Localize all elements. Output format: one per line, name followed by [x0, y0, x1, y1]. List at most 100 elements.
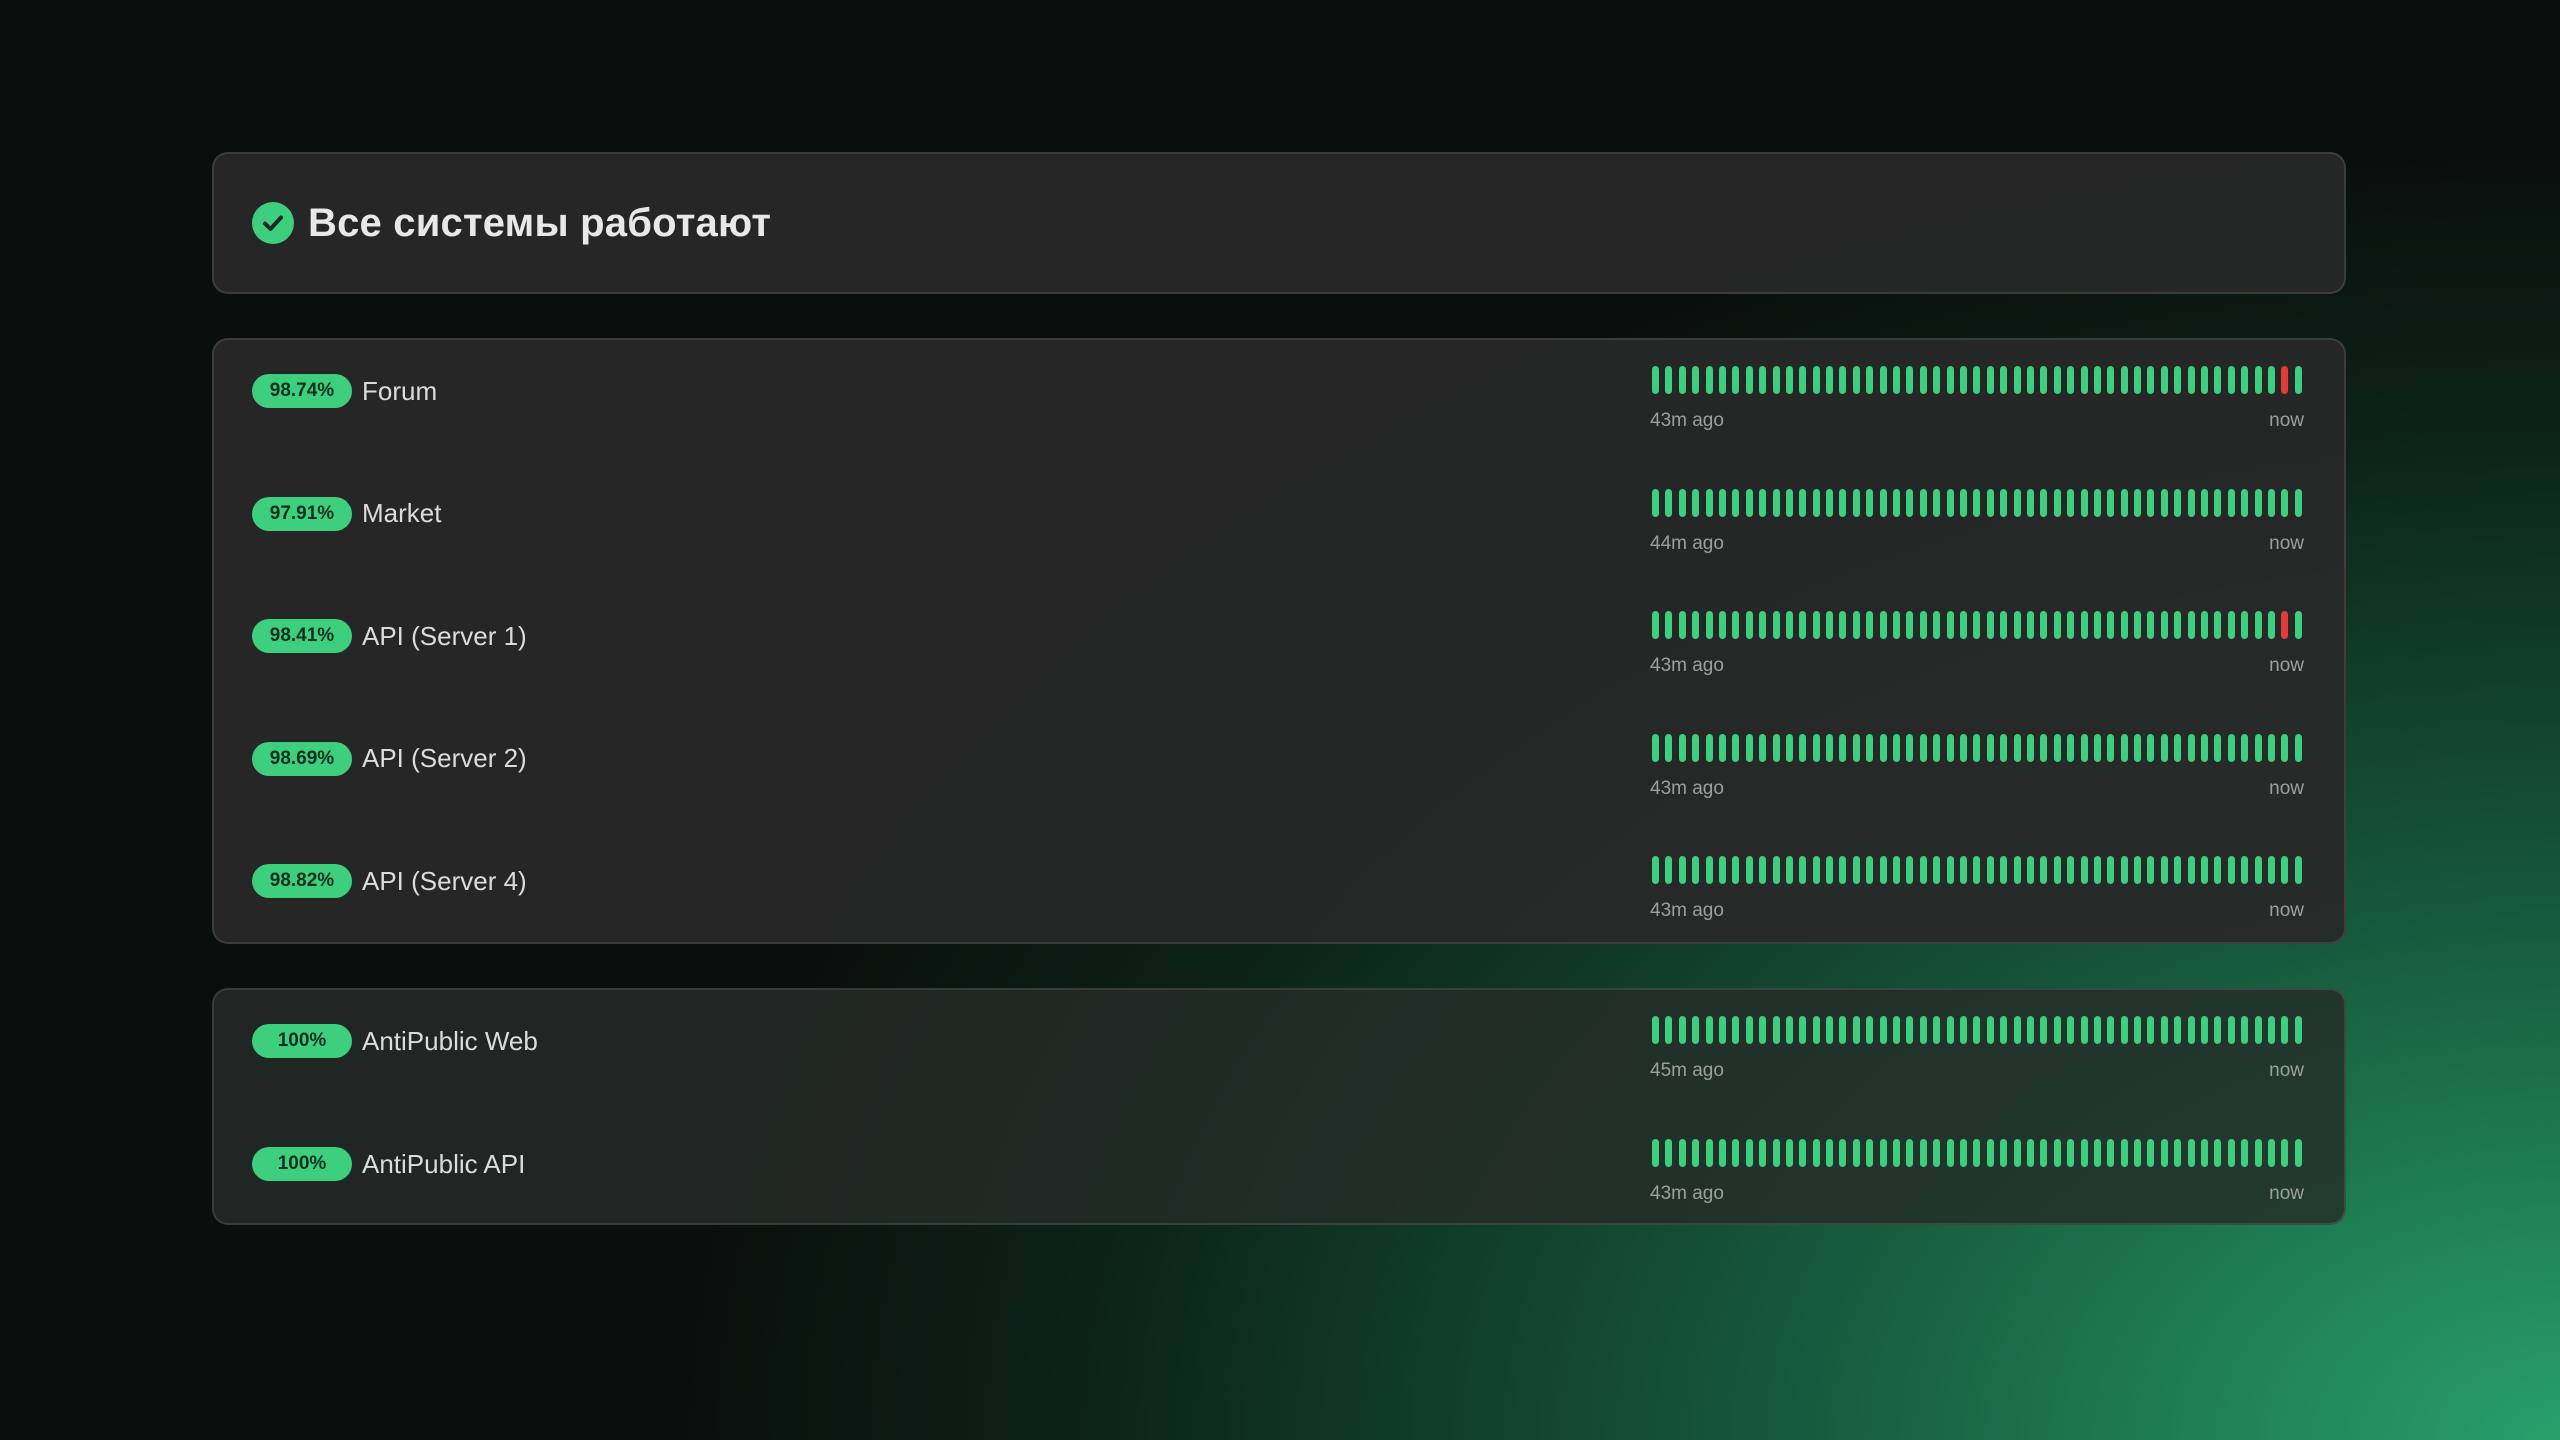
heartbeat-up[interactable] — [2241, 488, 2249, 517]
heartbeat-up[interactable] — [2093, 856, 2101, 884]
heartbeat-up[interactable] — [2120, 733, 2128, 762]
heartbeat-up[interactable] — [2147, 611, 2155, 639]
heartbeat-up[interactable] — [2201, 366, 2209, 394]
heartbeat-up[interactable] — [2067, 1016, 2075, 1044]
heartbeat-up[interactable] — [2214, 1016, 2222, 1044]
heartbeat-up[interactable] — [2201, 856, 2209, 884]
heartbeat-up[interactable] — [2026, 366, 2034, 394]
heartbeat-up[interactable] — [2187, 856, 2195, 884]
heartbeat-up[interactable] — [2254, 1016, 2262, 1044]
heartbeat-up[interactable] — [1839, 366, 1847, 394]
heartbeat-up[interactable] — [1759, 856, 1767, 884]
heartbeat-up[interactable] — [2147, 1139, 2155, 1167]
heartbeat-up[interactable] — [1678, 1016, 1686, 1044]
heartbeat-up[interactable] — [1852, 1139, 1860, 1167]
heartbeat-up[interactable] — [2000, 366, 2008, 394]
heartbeat-down[interactable] — [2281, 611, 2289, 639]
heartbeat-up[interactable] — [1678, 611, 1686, 639]
heartbeat-up[interactable] — [2241, 733, 2249, 762]
heartbeat-up[interactable] — [1799, 1016, 1807, 1044]
heartbeat-up[interactable] — [1705, 366, 1713, 394]
heartbeat-up[interactable] — [1986, 856, 1994, 884]
heartbeat-up[interactable] — [1759, 366, 1767, 394]
heartbeat-up[interactable] — [1919, 1016, 1927, 1044]
heartbeat-up[interactable] — [1866, 1016, 1874, 1044]
heartbeat-up[interactable] — [1665, 733, 1673, 762]
heartbeat-up[interactable] — [2026, 611, 2034, 639]
heartbeat-up[interactable] — [1986, 611, 1994, 639]
heartbeat-up[interactable] — [1665, 488, 1673, 517]
heartbeat-up[interactable] — [1919, 1139, 1927, 1167]
heartbeat-up[interactable] — [1959, 856, 1967, 884]
heartbeat-up[interactable] — [2134, 1016, 2142, 1044]
heartbeat-up[interactable] — [1906, 1016, 1914, 1044]
heartbeat-up[interactable] — [1879, 856, 1887, 884]
heartbeat-up[interactable] — [2026, 1016, 2034, 1044]
heartbeat-up[interactable] — [1785, 488, 1793, 517]
heartbeat-up[interactable] — [1852, 611, 1860, 639]
heartbeat-up[interactable] — [1732, 366, 1740, 394]
heartbeat-up[interactable] — [1718, 856, 1726, 884]
heartbeat-up[interactable] — [1652, 1016, 1659, 1044]
heartbeat-up[interactable] — [2187, 1016, 2195, 1044]
heartbeat-up[interactable] — [1933, 488, 1941, 517]
heartbeat-down[interactable] — [2281, 366, 2289, 394]
heartbeat-up[interactable] — [1812, 733, 1820, 762]
heartbeat-up[interactable] — [1852, 488, 1860, 517]
heartbeat-up[interactable] — [2013, 488, 2021, 517]
heartbeat-up[interactable] — [2026, 488, 2034, 517]
heartbeat-up[interactable] — [1652, 856, 1659, 884]
heartbeat-up[interactable] — [1906, 366, 1914, 394]
heartbeat-up[interactable] — [1732, 733, 1740, 762]
heartbeat-up[interactable] — [2120, 1016, 2128, 1044]
heartbeat-up[interactable] — [2281, 1139, 2289, 1167]
heartbeat-up[interactable] — [1893, 856, 1901, 884]
heartbeat-up[interactable] — [2080, 1016, 2088, 1044]
monitor-name[interactable]: API (Server 2) — [362, 743, 527, 774]
heartbeat-up[interactable] — [2080, 488, 2088, 517]
heartbeat-up[interactable] — [2147, 488, 2155, 517]
heartbeat-up[interactable] — [1732, 1139, 1740, 1167]
heartbeat-up[interactable] — [2227, 611, 2235, 639]
heartbeat-up[interactable] — [1986, 1016, 1994, 1044]
heartbeat-up[interactable] — [2214, 856, 2222, 884]
heartbeat-up[interactable] — [2160, 611, 2168, 639]
heartbeat-up[interactable] — [2067, 366, 2075, 394]
heartbeat-up[interactable] — [1718, 733, 1726, 762]
heartbeat-up[interactable] — [2201, 733, 2209, 762]
heartbeat-up[interactable] — [2067, 488, 2075, 517]
heartbeat-up[interactable] — [2160, 1016, 2168, 1044]
heartbeat-up[interactable] — [1866, 366, 1874, 394]
heartbeat-up[interactable] — [1745, 488, 1753, 517]
heartbeat-up[interactable] — [2026, 856, 2034, 884]
heartbeat-up[interactable] — [1933, 1139, 1941, 1167]
heartbeat-up[interactable] — [1772, 611, 1780, 639]
heartbeat-up[interactable] — [1718, 366, 1726, 394]
heartbeat-up[interactable] — [1665, 611, 1673, 639]
heartbeat-up[interactable] — [2227, 733, 2235, 762]
heartbeat-up[interactable] — [2174, 856, 2182, 884]
heartbeat-up[interactable] — [2134, 1139, 2142, 1167]
heartbeat-up[interactable] — [2053, 856, 2061, 884]
heartbeat-up[interactable] — [2080, 733, 2088, 762]
heartbeat-up[interactable] — [1852, 856, 1860, 884]
heartbeat-up[interactable] — [2174, 366, 2182, 394]
heartbeat-up[interactable] — [1866, 611, 1874, 639]
heartbeat-up[interactable] — [2107, 733, 2115, 762]
heartbeat-up[interactable] — [2187, 611, 2195, 639]
heartbeat-up[interactable] — [1893, 733, 1901, 762]
heartbeat-up[interactable] — [2160, 366, 2168, 394]
heartbeat-up[interactable] — [1799, 488, 1807, 517]
heartbeat-up[interactable] — [2013, 856, 2021, 884]
heartbeat-up[interactable] — [2134, 366, 2142, 394]
heartbeat-up[interactable] — [2134, 733, 2142, 762]
heartbeat-up[interactable] — [1692, 488, 1700, 517]
monitor-row[interactable]: 98.82% API (Server 4) 43m ago now — [252, 856, 2304, 922]
heartbeat-up[interactable] — [2281, 1016, 2289, 1044]
heartbeat-up[interactable] — [1946, 856, 1954, 884]
heartbeat-up[interactable] — [1839, 1016, 1847, 1044]
heartbeat-up[interactable] — [1745, 611, 1753, 639]
heartbeat-up[interactable] — [2053, 733, 2061, 762]
heartbeat-up[interactable] — [1826, 611, 1834, 639]
heartbeat-up[interactable] — [2174, 488, 2182, 517]
